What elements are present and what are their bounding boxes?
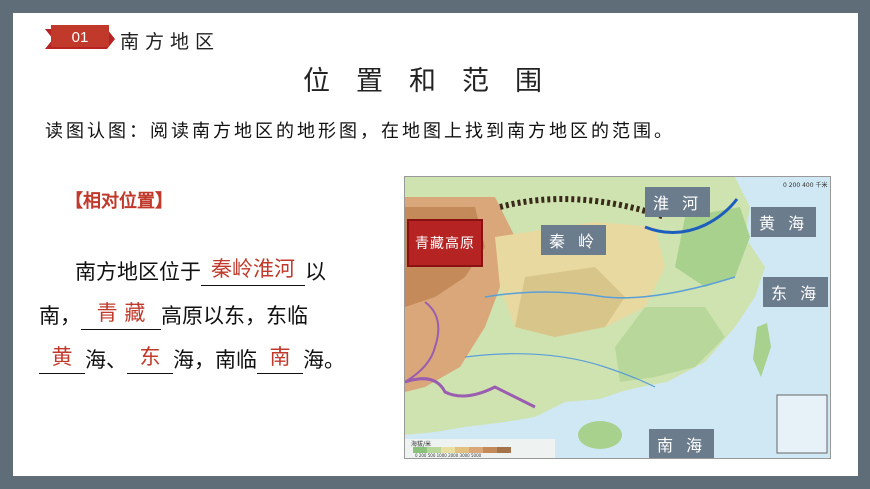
page-title: 位置和范围 [303, 66, 568, 97]
map-legend-title: 海拔/米 [411, 441, 432, 448]
question-line-2: 南， 青 藏高原以东，东临 [39, 300, 308, 330]
line3-suffix: 海。 [303, 348, 345, 372]
question-line-1: 南方地区位于 秦岭淮河以 [39, 256, 326, 286]
label-huaihe: 淮 河 [645, 187, 711, 217]
blank-5: 南 [257, 345, 303, 374]
section-number: 01 [71, 29, 89, 46]
line1-prefix: 南方地区位于 [75, 260, 201, 284]
answer-nan: 南 [269, 345, 291, 369]
question-line-3: 黄海、东海，南临南海。 [39, 344, 345, 374]
label-qingzang-plateau: 青藏高原 [407, 219, 483, 267]
answer-huang: 黄 [51, 345, 73, 369]
line2-suffix: 高原以东，东临 [161, 304, 308, 328]
line3-mid1: 海、 [85, 348, 127, 372]
line1-suffix: 以 [305, 260, 326, 284]
blank-2: 青 藏 [81, 301, 161, 330]
label-donghai: 东 海 [763, 277, 829, 307]
line2-prefix: 南， [39, 304, 81, 328]
answer-qingzang: 青 藏 [96, 301, 146, 325]
label-qinling: 秦 岭 [541, 225, 607, 255]
answer-qinling-huaihe: 秦岭淮河 [211, 257, 295, 281]
map-legend-ticks: 0 200 500 1000 2000 3000 5000 [415, 453, 482, 458]
map-scale: 0 200 400 千米 [783, 182, 828, 189]
slide: 01 南方地区 位置和范围 读图认图：阅读南方地区的地形图，在地图上找到南方地区… [13, 13, 858, 476]
section-badge: 01 [45, 25, 115, 53]
blank-1: 秦岭淮河 [201, 257, 305, 286]
instruction-text: 读图认图：阅读南方地区的地形图，在地图上找到南方地区的范围。 [45, 121, 675, 142]
label-nanhai: 南 海 [649, 429, 715, 458]
subheading: 【相对位置】 [65, 191, 173, 212]
section-title: 南方地区 [120, 31, 221, 53]
blank-3: 黄 [39, 345, 85, 374]
terrain-map: 海拔/米 0 200 500 1000 2000 3000 5000 0 200… [404, 176, 831, 459]
blank-4: 东 [127, 345, 173, 374]
line3-mid2: 海，南临 [173, 348, 257, 372]
label-huanghai: 黄 海 [751, 207, 817, 237]
answer-dong: 东 [139, 345, 161, 369]
